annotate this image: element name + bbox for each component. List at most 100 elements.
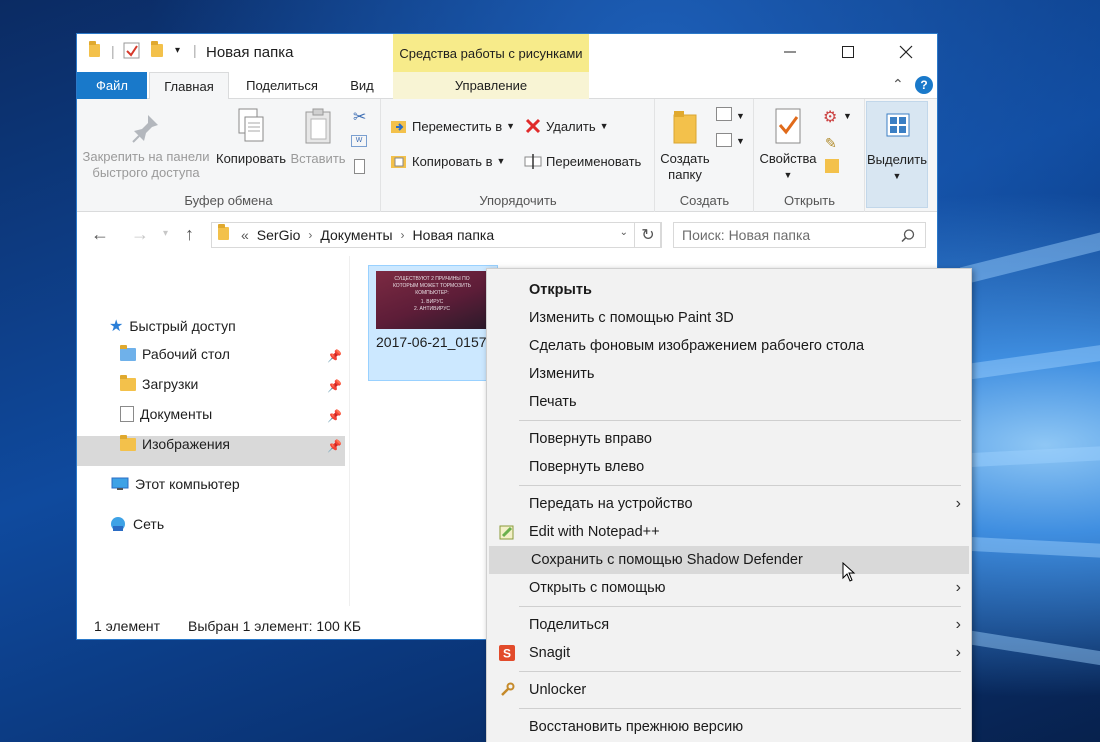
thumb-text: СУЩЕСТВУЮТ 2 ПРИЧИНЫ ПО	[394, 276, 470, 282]
nav-this-pc[interactable]: Этот компьютер	[111, 476, 240, 492]
chevron-right-icon[interactable]: ›	[401, 228, 405, 242]
refresh-button[interactable]: ↻	[634, 222, 662, 248]
new-folder-button[interactable]: Создать папку	[656, 107, 714, 183]
select-button[interactable]: Выделить ▼	[867, 108, 927, 184]
menu-item-notepadpp[interactable]: Edit with Notepad++	[487, 518, 971, 546]
menu-item-edit[interactable]: Изменить	[487, 360, 971, 388]
recent-locations-button[interactable]: ▾	[163, 228, 168, 239]
folder-icon	[89, 41, 100, 62]
chevron-right-icon[interactable]: ›	[308, 228, 312, 242]
help-icon[interactable]: ?	[915, 76, 933, 94]
rename-button[interactable]: Переименовать	[524, 153, 641, 169]
pin-label: Закрепить на панели быстрого доступа	[82, 149, 210, 180]
pin-icon[interactable]: 📌	[327, 379, 342, 393]
edit-icon[interactable]: ✎	[825, 135, 837, 152]
menu-item-label: Передать на устройство	[529, 496, 693, 512]
pin-icon	[132, 115, 158, 143]
chevron-down-icon[interactable]: ▼	[843, 111, 852, 121]
copy-path-icon[interactable]: W	[351, 135, 367, 147]
properties-button[interactable]: Свойства ▼	[757, 107, 819, 183]
close-button[interactable]	[877, 34, 935, 70]
menu-item-restore[interactable]: Восстановить прежнюю версию	[487, 713, 971, 741]
menu-item-share[interactable]: Поделиться ›	[487, 611, 971, 639]
open-icon[interactable]: ⚙	[823, 107, 837, 127]
chevron-down-icon[interactable]: ▼	[736, 111, 745, 121]
nav-desktop[interactable]: Рабочий стол	[120, 344, 230, 362]
tab-manage[interactable]: Управление	[393, 72, 589, 99]
picture-tools-header: Средства работы с рисунками	[393, 34, 589, 72]
nav-pictures[interactable]: Изображения	[120, 434, 230, 452]
nav-label: Рабочий стол	[142, 346, 230, 362]
refresh-icon: ↻	[641, 227, 655, 244]
file-item[interactable]: СУЩЕСТВУЮТ 2 ПРИЧИНЫ ПО КОТОРЫМ МОЖЕТ ТО…	[368, 265, 498, 381]
chevron-down-icon[interactable]: ⌄	[620, 227, 628, 238]
menu-item-label: Поделиться	[529, 617, 610, 633]
chevron-down-icon[interactable]: ▼	[736, 136, 745, 146]
address-field[interactable]: « SerGio › Документы › Новая папка ⌄	[211, 222, 661, 248]
copy-to-button[interactable]: Копировать в ▼	[390, 153, 505, 169]
delete-icon	[525, 118, 541, 134]
pin-icon[interactable]: 📌	[327, 409, 342, 423]
pin-quick-access-button[interactable]: Закрепить на панели быстрого доступа	[81, 111, 211, 181]
breadcrumb-overflow[interactable]: «	[241, 227, 249, 243]
menu-item-set-wallpaper[interactable]: Сделать фоновым изображением рабочего ст…	[487, 332, 971, 360]
documents-icon	[120, 406, 134, 422]
tab-view[interactable]: Вид	[339, 72, 385, 99]
copy-button[interactable]: Копировать	[214, 107, 288, 167]
breadcrumb-item[interactable]: SerGio	[257, 227, 301, 243]
tab-file[interactable]: Файл	[77, 72, 147, 99]
forward-button[interactable]: →	[131, 224, 149, 245]
breadcrumb-item[interactable]: Новая папка	[413, 227, 495, 243]
mouse-cursor-icon	[842, 562, 856, 582]
pin-icon[interactable]: 📌	[327, 439, 342, 453]
open-group: Свойства ▼ ⚙ ▼ ✎ Открыть	[755, 99, 865, 212]
minimize-icon	[784, 51, 796, 53]
menu-item-print[interactable]: Печать	[487, 388, 971, 416]
new-item-icon[interactable]	[716, 107, 732, 121]
nav-label: Изображения	[142, 436, 230, 452]
minimize-button[interactable]	[761, 34, 819, 70]
menu-item-shadow-defender[interactable]: Сохранить с помощью Shadow Defender	[489, 546, 969, 574]
nav-network[interactable]: Сеть	[109, 516, 164, 532]
easy-access-icon[interactable]	[716, 133, 732, 147]
menu-item-rotate-right[interactable]: Повернуть вправо	[487, 425, 971, 453]
nav-documents[interactable]: Документы	[120, 406, 212, 422]
paste-shortcut-icon[interactable]	[354, 159, 365, 174]
select-icon	[886, 113, 910, 137]
tab-home[interactable]: Главная	[149, 72, 229, 100]
rename-label: Переименовать	[546, 153, 642, 169]
cut-icon[interactable]: ✂	[353, 107, 366, 127]
collapse-ribbon-icon[interactable]: ⌃	[892, 76, 904, 93]
maximize-button[interactable]	[819, 34, 877, 70]
tab-share[interactable]: Поделиться	[237, 72, 327, 99]
menu-item-unlocker[interactable]: Unlocker	[487, 676, 971, 704]
up-button[interactable]: ↑	[185, 224, 194, 245]
customize-quick-access-icon[interactable]: ▾	[175, 45, 180, 63]
delete-button[interactable]: Удалить ▼	[524, 118, 609, 134]
menu-item-open[interactable]: Открыть	[487, 276, 971, 304]
menu-item-label: Открыть с помощью	[529, 580, 666, 596]
menu-item-rotate-left[interactable]: Повернуть влево	[487, 453, 971, 481]
menu-item-open-with[interactable]: Открыть с помощью ›	[487, 574, 971, 602]
select-group: Выделить ▼	[866, 101, 928, 208]
organize-group: Переместить в ▼ Копировать в ▼ Удалить ▼…	[382, 99, 655, 212]
menu-item-snagit[interactable]: S Snagit ›	[487, 639, 971, 667]
properties-check-icon[interactable]	[123, 42, 141, 60]
search-input[interactable]: Поиск: Новая папка	[673, 222, 926, 248]
nav-quick-access[interactable]: ★ Быстрый доступ	[109, 316, 236, 336]
pin-icon[interactable]: 📌	[327, 349, 342, 363]
menu-separator	[519, 708, 961, 709]
nav-downloads[interactable]: Загрузки	[120, 374, 199, 392]
move-to-label: Переместить в	[412, 118, 503, 134]
move-to-button[interactable]: Переместить в ▼	[390, 118, 515, 134]
menu-item-cast[interactable]: Передать на устройство ›	[487, 490, 971, 518]
nav-label: Загрузки	[142, 376, 199, 392]
address-bar-row: ← → ▾ ↑ « SerGio › Документы › Новая пап…	[77, 212, 937, 256]
new-folder-quick-icon[interactable]	[151, 41, 163, 62]
history-icon[interactable]	[825, 159, 839, 173]
chevron-right-icon: ›	[955, 579, 961, 596]
menu-item-edit-paint3d[interactable]: Изменить с помощью Paint 3D	[487, 304, 971, 332]
breadcrumb-item[interactable]: Документы	[320, 227, 392, 243]
back-button[interactable]: ←	[91, 224, 109, 245]
paste-button[interactable]: Вставить	[290, 107, 346, 167]
